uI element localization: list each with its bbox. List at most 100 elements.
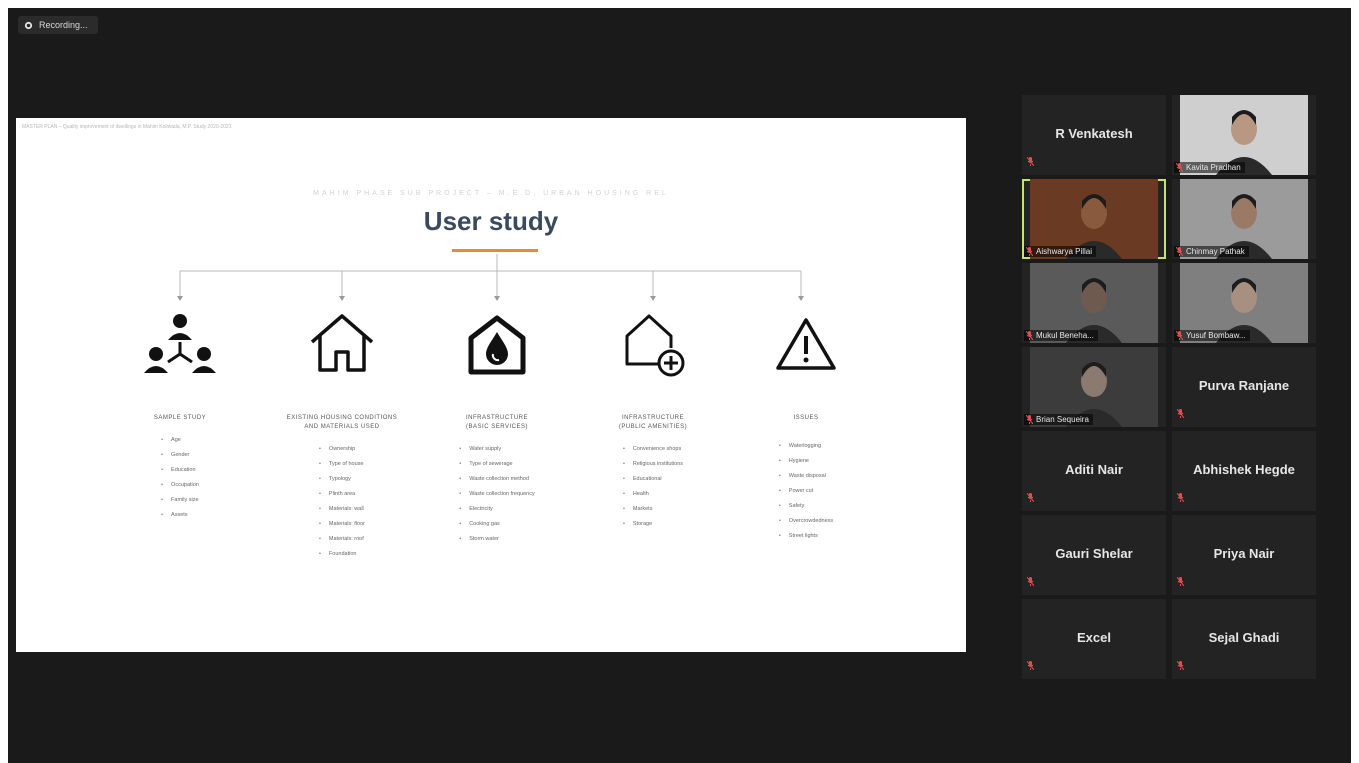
- mic-status: [1177, 657, 1184, 675]
- house-plus-icon: [625, 314, 685, 377]
- participant-tile[interactable]: Aditi Nair: [1022, 431, 1166, 511]
- mic-muted-icon: [1027, 577, 1034, 586]
- list-item: Health: [623, 487, 683, 502]
- participant-tile[interactable]: R Venkatesh: [1022, 95, 1166, 175]
- list-item: Type of house: [319, 457, 365, 472]
- list-item: Materials: roof: [319, 532, 365, 547]
- mic-muted-icon: [1027, 157, 1034, 166]
- column-housing-conditions: EXISTING HOUSING CONDITIONS AND MATERIALS…: [257, 308, 427, 562]
- participant-name: Chinmay Pathak: [1186, 247, 1245, 256]
- participant-tile[interactable]: Kavita Pradhan: [1172, 95, 1316, 175]
- participant-name: Priya Nair: [1213, 546, 1275, 561]
- mic-status: [1027, 657, 1034, 675]
- participant-name-label: Mukul Beneha...: [1024, 330, 1098, 341]
- mic-muted-icon: [1177, 493, 1184, 502]
- participant-name-label: Yusuf Bombaw...: [1174, 330, 1250, 341]
- participant-tile[interactable]: Priya Nair: [1172, 515, 1316, 595]
- item-list: Waterlogging Hygiene Waste disposal Powe…: [779, 439, 833, 544]
- participant-tile[interactable]: Chinmay Pathak: [1172, 179, 1316, 259]
- participant-tile[interactable]: Purva Ranjane: [1172, 347, 1316, 427]
- participant-tile[interactable]: Brian Sequeira: [1022, 347, 1166, 427]
- list-item: Educational: [623, 472, 683, 487]
- recording-icon: [24, 21, 33, 29]
- mic-muted-icon: [1177, 661, 1184, 670]
- mic-muted-icon: [1176, 163, 1183, 172]
- meeting-window: Recording... MASTER PLAN – Quality impro…: [8, 8, 1351, 763]
- list-item: Safety: [779, 499, 833, 514]
- mic-status: [1177, 405, 1184, 423]
- mic-muted-icon: [1026, 247, 1033, 256]
- water-drop-house-icon: [468, 315, 526, 375]
- participant-name: Excel: [1077, 630, 1111, 645]
- list-item: Foundation: [319, 547, 365, 562]
- column-issues: ISSUES Waterlogging Hygiene Waste dispos…: [721, 308, 891, 544]
- list-item: Type of sewerage: [459, 457, 534, 472]
- list-item: Cooking gas: [459, 517, 534, 532]
- list-item: Age: [161, 433, 199, 448]
- list-item: Storage: [623, 517, 683, 532]
- recording-indicator[interactable]: Recording...: [18, 16, 98, 34]
- recording-label: Recording...: [39, 20, 88, 30]
- participant-name-label: Kavita Pradhan: [1174, 162, 1245, 173]
- item-list: Convenience shops Religious institutions…: [623, 442, 683, 532]
- participant-name: Yusuf Bombaw...: [1186, 331, 1246, 340]
- mic-status: [1027, 489, 1034, 507]
- participant-tile[interactable]: Excel: [1022, 599, 1166, 679]
- list-item: Plinth area: [319, 487, 365, 502]
- participant-name: Aditi Nair: [1065, 462, 1123, 477]
- list-item: Gender: [161, 448, 199, 463]
- column-title: ISSUES: [793, 415, 819, 421]
- mic-muted-icon: [1176, 247, 1183, 256]
- list-item: Hygiene: [779, 454, 833, 469]
- participant-tile[interactable]: Abhishek Hegde: [1172, 431, 1316, 511]
- participant-name-label: Aishwarya Pillai: [1024, 246, 1097, 257]
- list-item: Family size: [161, 493, 199, 508]
- people-network-icon: [144, 314, 216, 373]
- list-item: Assets: [161, 508, 199, 523]
- list-item: Street lights: [779, 529, 833, 544]
- participant-tile[interactable]: Yusuf Bombaw...: [1172, 263, 1316, 343]
- participant-tile[interactable]: Sejal Ghadi: [1172, 599, 1316, 679]
- list-item: Occupation: [161, 478, 199, 493]
- mic-status: [1177, 489, 1184, 507]
- list-item: Materials: floor: [319, 517, 365, 532]
- column-public-amenities: INFRASTRUCTURE(PUBLIC AMENITIES) Conveni…: [568, 308, 738, 532]
- list-item: Water supply: [459, 442, 534, 457]
- participant-name: Kavita Pradhan: [1186, 163, 1241, 172]
- participant-tile[interactable]: Aishwarya Pillai: [1022, 179, 1166, 259]
- participant-name: Aishwarya Pillai: [1036, 247, 1093, 256]
- warning-icon: [776, 318, 836, 370]
- house-outline-icon: [310, 314, 374, 372]
- item-list: Ownership Type of house Typology Plinth …: [319, 442, 365, 562]
- participant-name: Abhishek Hegde: [1193, 462, 1295, 477]
- column-title: EXISTING HOUSING CONDITIONS AND MATERIALS…: [286, 415, 398, 430]
- mic-muted-icon: [1177, 409, 1184, 418]
- list-item: Waste disposal: [779, 469, 833, 484]
- participant-name: Purva Ranjane: [1198, 378, 1290, 393]
- list-item: Religious institutions: [623, 457, 683, 472]
- mic-muted-icon: [1176, 331, 1183, 340]
- list-item: Ownership: [319, 442, 365, 457]
- participant-tile[interactable]: Gauri Shelar: [1022, 515, 1166, 595]
- participant-name-label: Chinmay Pathak: [1174, 246, 1249, 257]
- mic-status: [1027, 153, 1034, 171]
- participant-name: Brian Sequeira: [1036, 415, 1089, 424]
- list-item: Education: [161, 463, 199, 478]
- list-item: Waste collection frequency: [459, 487, 535, 502]
- list-item: Storm water: [459, 532, 534, 547]
- list-item: Typology: [319, 472, 365, 487]
- mic-muted-icon: [1027, 493, 1034, 502]
- list-item: Convenience shops: [623, 442, 683, 457]
- shared-screen: MASTER PLAN – Quality improvement of dwe…: [16, 118, 966, 652]
- column-basic-services: INFRASTRUCTURE(BASIC SERVICES) Water sup…: [412, 308, 582, 547]
- participant-name: R Venkatesh: [1055, 126, 1133, 141]
- list-item: Waste collection method: [459, 472, 534, 487]
- mic-muted-icon: [1026, 331, 1033, 340]
- list-item: Power cut: [779, 484, 833, 499]
- list-item: Markets: [623, 502, 683, 517]
- participant-name: Gauri Shelar: [1055, 546, 1133, 561]
- mic-status: [1177, 573, 1184, 591]
- participant-name: Sejal Ghadi: [1208, 630, 1280, 645]
- list-item: Overcrowdedness: [779, 514, 833, 529]
- participant-tile[interactable]: Mukul Beneha...: [1022, 263, 1166, 343]
